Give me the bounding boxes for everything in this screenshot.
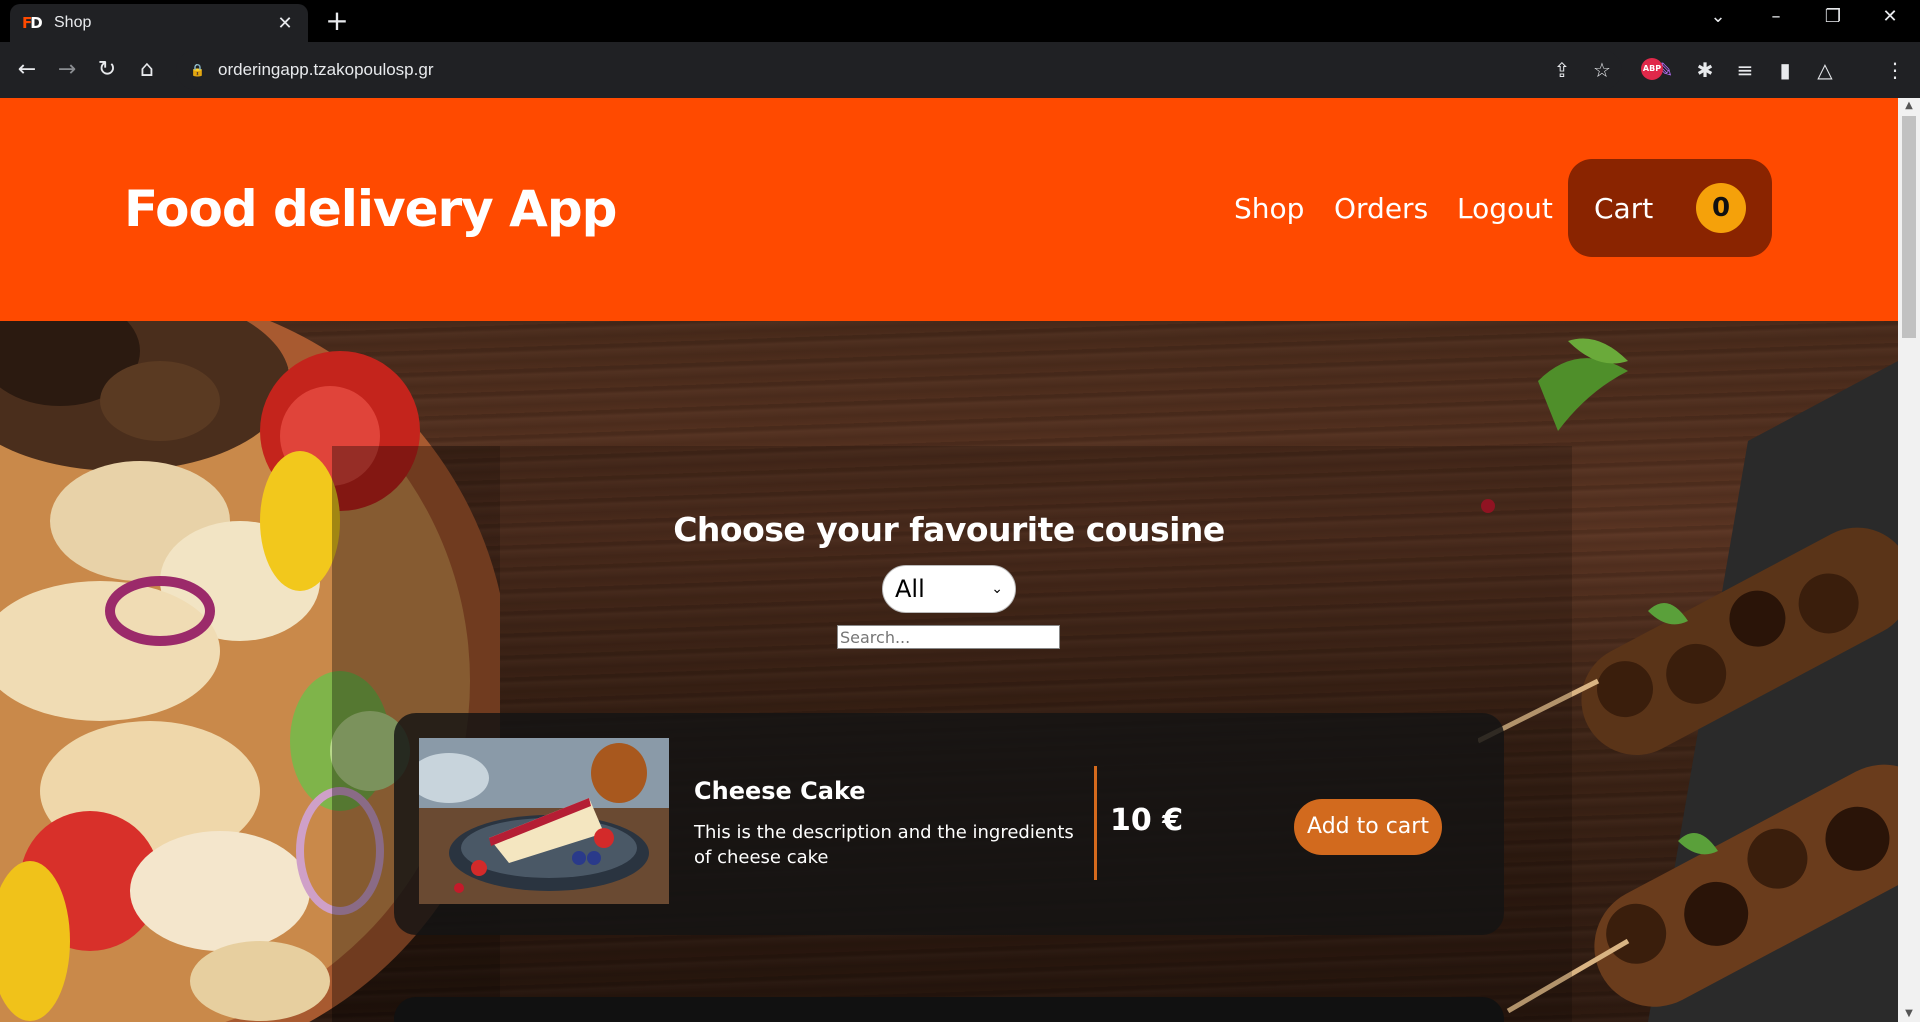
back-icon[interactable]: ← [12, 55, 42, 85]
cuisine-heading: Choose your favourite cousine [673, 510, 1225, 549]
restore-icon[interactable]: ❐ [1818, 6, 1848, 27]
close-tab-icon[interactable]: ✕ [274, 13, 296, 34]
home-icon[interactable]: ⌂ [132, 55, 162, 85]
site-header: Food delivery App Shop Orders Logout Car… [0, 98, 1898, 321]
nav-orders-link[interactable]: Orders [1334, 192, 1428, 225]
reload-icon[interactable]: ↻ [92, 55, 122, 85]
brand-title[interactable]: Food delivery App [124, 180, 617, 238]
new-tab-icon[interactable]: + [322, 7, 352, 35]
product-card [394, 997, 1504, 1022]
page-scrollbar[interactable]: ▲ ▼ [1898, 98, 1920, 1022]
cart-label: Cart [1594, 191, 1654, 225]
bookmark-star-icon[interactable]: ☆ [1587, 55, 1617, 85]
card-divider [1094, 766, 1097, 880]
address-bar[interactable]: 🔒 orderingapp.tzakopoulosp.gr [176, 50, 1622, 90]
cuisine-select[interactable]: All ⌄ [882, 565, 1016, 613]
tab-search-icon[interactable]: ⌄ [1703, 6, 1733, 27]
browser-tab-strip: FD Shop ✕ + ⌄ – ❐ ✕ [0, 0, 1920, 42]
page-viewport: Food delivery App Shop Orders Logout Car… [0, 98, 1898, 1022]
browser-toolbar: ← → ↻ ⌂ 🔒 orderingapp.tzakopoulosp.gr ⇪ … [0, 42, 1920, 98]
product-card: Cheese Cake This is the description and … [394, 713, 1504, 935]
forward-icon[interactable]: → [52, 55, 82, 85]
product-name: Cheese Cake [694, 777, 866, 805]
close-window-icon[interactable]: ✕ [1875, 6, 1905, 27]
scroll-up-icon[interactable]: ▲ [1898, 98, 1920, 114]
scrollbar-thumb[interactable] [1902, 116, 1916, 338]
scroll-down-icon[interactable]: ▼ [1898, 1006, 1920, 1022]
nav-logout-link[interactable]: Logout [1457, 192, 1553, 225]
product-image-cheesecake [419, 738, 669, 904]
tab-title: Shop [54, 14, 92, 31]
side-panel-icon[interactable]: ▮ [1770, 55, 1800, 85]
browser-tab[interactable]: FD Shop ✕ [10, 4, 308, 42]
chevron-down-icon: ⌄ [991, 581, 1003, 597]
share-icon[interactable]: ⇪ [1547, 55, 1577, 85]
url-text: orderingapp.tzakopoulosp.gr [218, 60, 434, 79]
product-description: This is the description and the ingredie… [694, 822, 1074, 868]
cart-button[interactable]: Cart 0 [1568, 159, 1772, 257]
search-input[interactable] [837, 625, 1060, 649]
site-favicon-icon: FD [22, 14, 43, 32]
adblock-extension-icon[interactable]: ABP [1641, 58, 1663, 80]
add-to-cart-button[interactable]: Add to cart [1294, 799, 1442, 855]
cart-count-badge: 0 [1696, 183, 1746, 233]
cuisine-select-value: All [895, 575, 925, 603]
profile-icon[interactable]: △ [1810, 55, 1840, 85]
extensions-puzzle-icon[interactable]: ✱ [1690, 55, 1720, 85]
nav-shop-link[interactable]: Shop [1234, 192, 1304, 225]
lock-icon: 🔒 [190, 63, 205, 77]
minimize-icon[interactable]: – [1761, 6, 1791, 27]
media-queue-icon[interactable]: ≡ [1730, 55, 1760, 85]
product-price: 10 € [1110, 803, 1184, 838]
menu-kebab-icon[interactable]: ⋮ [1880, 55, 1910, 85]
